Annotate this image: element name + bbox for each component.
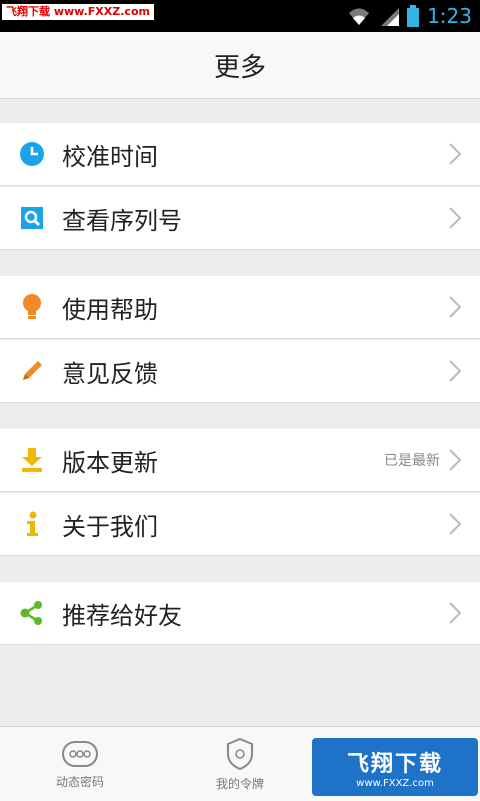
menu-item-label: 校准时间 [62,142,158,171]
dynamic-password-icon [62,740,98,767]
title-bar: 更多 [0,32,480,99]
info-icon [18,510,46,538]
menu-item-label: 关于我们 [62,512,158,541]
download-icon [18,446,46,474]
menu-item-label: 使用帮助 [62,295,158,324]
tab-label: 我的令牌 [215,776,264,791]
chevron-right-icon [449,296,462,318]
signal-icon [381,8,400,26]
pencil-icon [18,357,46,385]
status-bar: 飞翔下载 www.FXXZ.com 1:23 [0,0,480,32]
menu-item-recommend[interactable]: 推荐给好友 [0,582,480,645]
menu-item-label: 意见反馈 [62,359,158,388]
clock-time: 1:23 [427,4,472,28]
tab-my-token[interactable]: 我的令牌 [160,727,320,801]
menu-item-about-us[interactable]: 关于我们 [0,493,480,556]
tab-dynamic-password[interactable]: 动态密码 [0,727,160,801]
menu-item-label: 推荐给好友 [62,601,182,630]
page-title: 更多 [213,52,266,83]
wifi-icon [349,8,370,25]
clock-icon [18,140,46,168]
menu-item-help[interactable]: 使用帮助 [0,276,480,339]
menu-item-version-update[interactable]: 版本更新 已是最新 [0,429,480,492]
battery-icon [407,5,420,27]
chevron-right-icon [449,513,462,535]
watermark-text: 飞翔下载 www.FXXZ.com [2,4,154,20]
chevron-right-icon [449,602,462,624]
watermark-logo: 飞翔下载 www.FXXZ.com [312,738,478,796]
watermark-logo-title: 飞翔下载 [346,751,443,777]
watermark-logo-url: www.FXXZ.com [356,777,434,789]
share-icon [18,599,46,627]
chevron-right-icon [449,449,462,471]
menu-item-label: 查看序列号 [62,206,182,235]
menu-item-calibrate-time[interactable]: 校准时间 [0,123,480,186]
menu-item-feedback[interactable]: 意见反馈 [0,340,480,403]
update-status-hint: 已是最新 [384,453,440,469]
menu-item-label: 版本更新 [62,448,158,477]
lightbulb-icon [18,293,46,321]
search-icon [18,204,46,232]
chevron-right-icon [449,143,462,165]
chevron-right-icon [449,360,462,382]
token-shield-icon [227,737,253,770]
menu-item-view-serial[interactable]: 查看序列号 [0,187,480,250]
chevron-right-icon [449,207,462,229]
tab-label: 动态密码 [55,774,104,789]
